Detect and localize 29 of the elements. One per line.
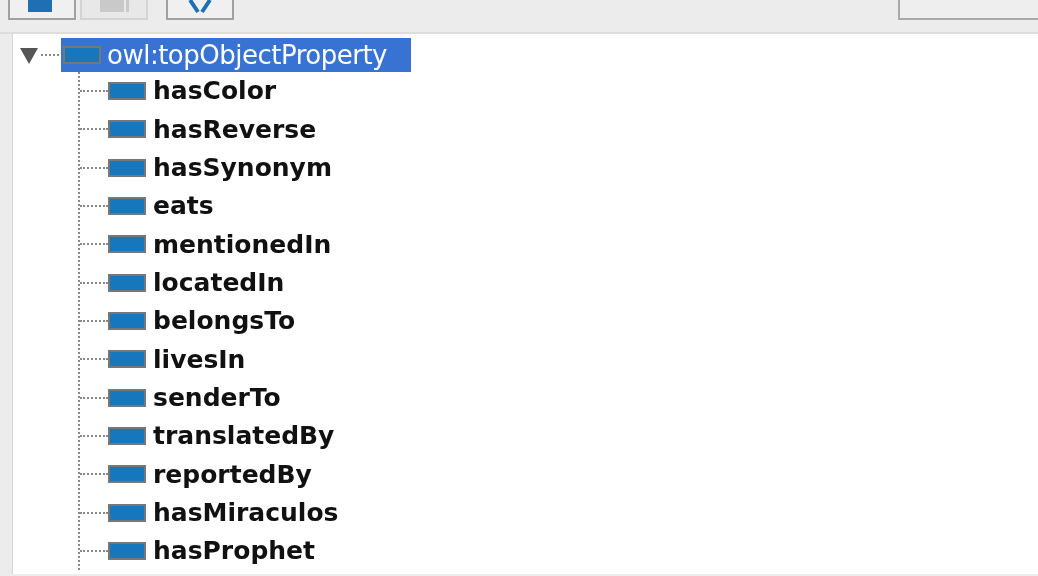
property-label[interactable]: mentionedIn — [152, 225, 333, 264]
property-label[interactable]: senderTo — [152, 379, 282, 417]
collapse-triangle-icon[interactable] — [19, 45, 39, 65]
property-label[interactable]: hasColor — [152, 72, 278, 110]
property-label[interactable]: belongsTo — [152, 302, 297, 340]
property-icon — [108, 82, 146, 101]
property-icon — [108, 427, 146, 446]
property-icon — [108, 312, 146, 331]
property-label[interactable]: hasMiraculos — [152, 494, 340, 532]
property-label[interactable]: eats — [152, 187, 215, 225]
property-label[interactable]: hasSynonym — [152, 149, 333, 187]
property-icon — [63, 46, 101, 64]
property-label[interactable]: hasReverse — [152, 110, 318, 149]
property-icon — [108, 120, 146, 139]
property-icon — [108, 350, 146, 369]
property-label[interactable]: locatedIn — [152, 264, 286, 302]
property-icon — [108, 542, 146, 561]
property-icon — [108, 388, 146, 407]
property-label[interactable]: translatedBy — [152, 417, 336, 455]
property-icon — [108, 197, 146, 216]
property-label[interactable]: reportedBy — [152, 455, 313, 494]
property-icon — [108, 158, 146, 177]
property-label[interactable]: owl:topObjectProperty — [107, 35, 387, 75]
property-label[interactable]: hasProphet — [152, 532, 316, 570]
property-icon — [108, 465, 146, 484]
property-icon — [108, 503, 146, 522]
property-icon — [108, 273, 146, 292]
property-icon — [108, 235, 146, 254]
property-label[interactable]: livesIn — [152, 340, 247, 379]
